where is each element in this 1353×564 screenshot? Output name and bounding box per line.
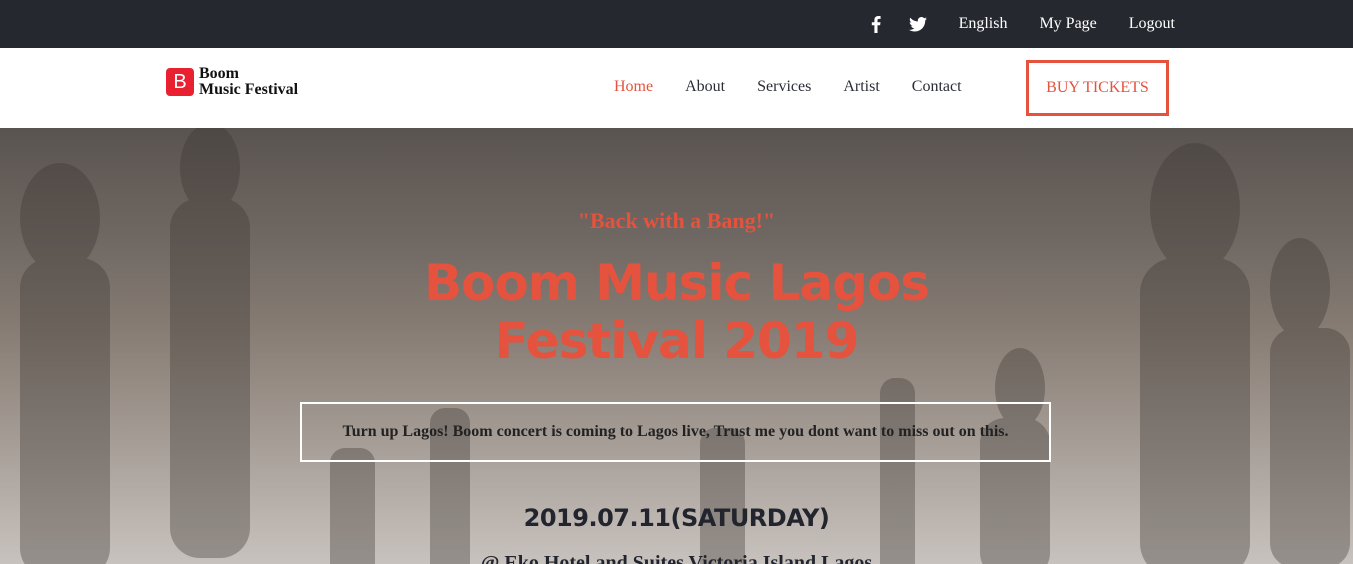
my-page-link[interactable]: My Page	[1039, 15, 1096, 33]
hero-tagline: "Back with a Bang!"	[577, 208, 776, 233]
nav-services[interactable]: Services	[757, 78, 811, 96]
nav-artist[interactable]: Artist	[843, 78, 879, 96]
event-date: 2019.07.11(SATURDAY)	[523, 504, 830, 532]
logo-text: Boom Music Festival	[199, 66, 298, 98]
twitter-icon[interactable]	[908, 16, 927, 32]
intro-box: Turn up Lagos! Boom concert is coming to…	[300, 402, 1051, 462]
logo-mark: B	[166, 68, 194, 96]
facebook-icon[interactable]	[871, 15, 881, 33]
nav-about[interactable]: About	[685, 78, 725, 96]
event-venue: @ Eko Hotel and Suites Victoria Island L…	[480, 552, 873, 564]
hero-title: Boom Music Lagos Festival 2019	[0, 254, 1353, 370]
intro-text: Turn up Lagos! Boom concert is coming to…	[342, 423, 1009, 440]
site-logo[interactable]: B Boom Music Festival	[166, 66, 298, 98]
buy-tickets-button[interactable]: BUY TICKETS	[1026, 60, 1169, 116]
main-nav: Home About Services Artist Contact	[614, 78, 994, 96]
nav-contact[interactable]: Contact	[912, 78, 962, 96]
hero-title-line-1: Boom Music Lagos	[423, 254, 930, 312]
logo-line-1: Boom	[199, 65, 239, 82]
logo-line-2: Music Festival	[199, 81, 299, 98]
hero-title-line-2: Festival 2019	[494, 312, 860, 370]
nav-home[interactable]: Home	[614, 78, 653, 96]
main-header: B Boom Music Festival Home About Service…	[0, 48, 1353, 128]
language-link[interactable]: English	[959, 15, 1008, 33]
logout-link[interactable]: Logout	[1129, 15, 1175, 33]
hero-section: "Back with a Bang!" Boom Music Lagos Fes…	[0, 128, 1353, 564]
social-links	[871, 15, 927, 33]
top-bar: English My Page Logout	[0, 0, 1353, 48]
